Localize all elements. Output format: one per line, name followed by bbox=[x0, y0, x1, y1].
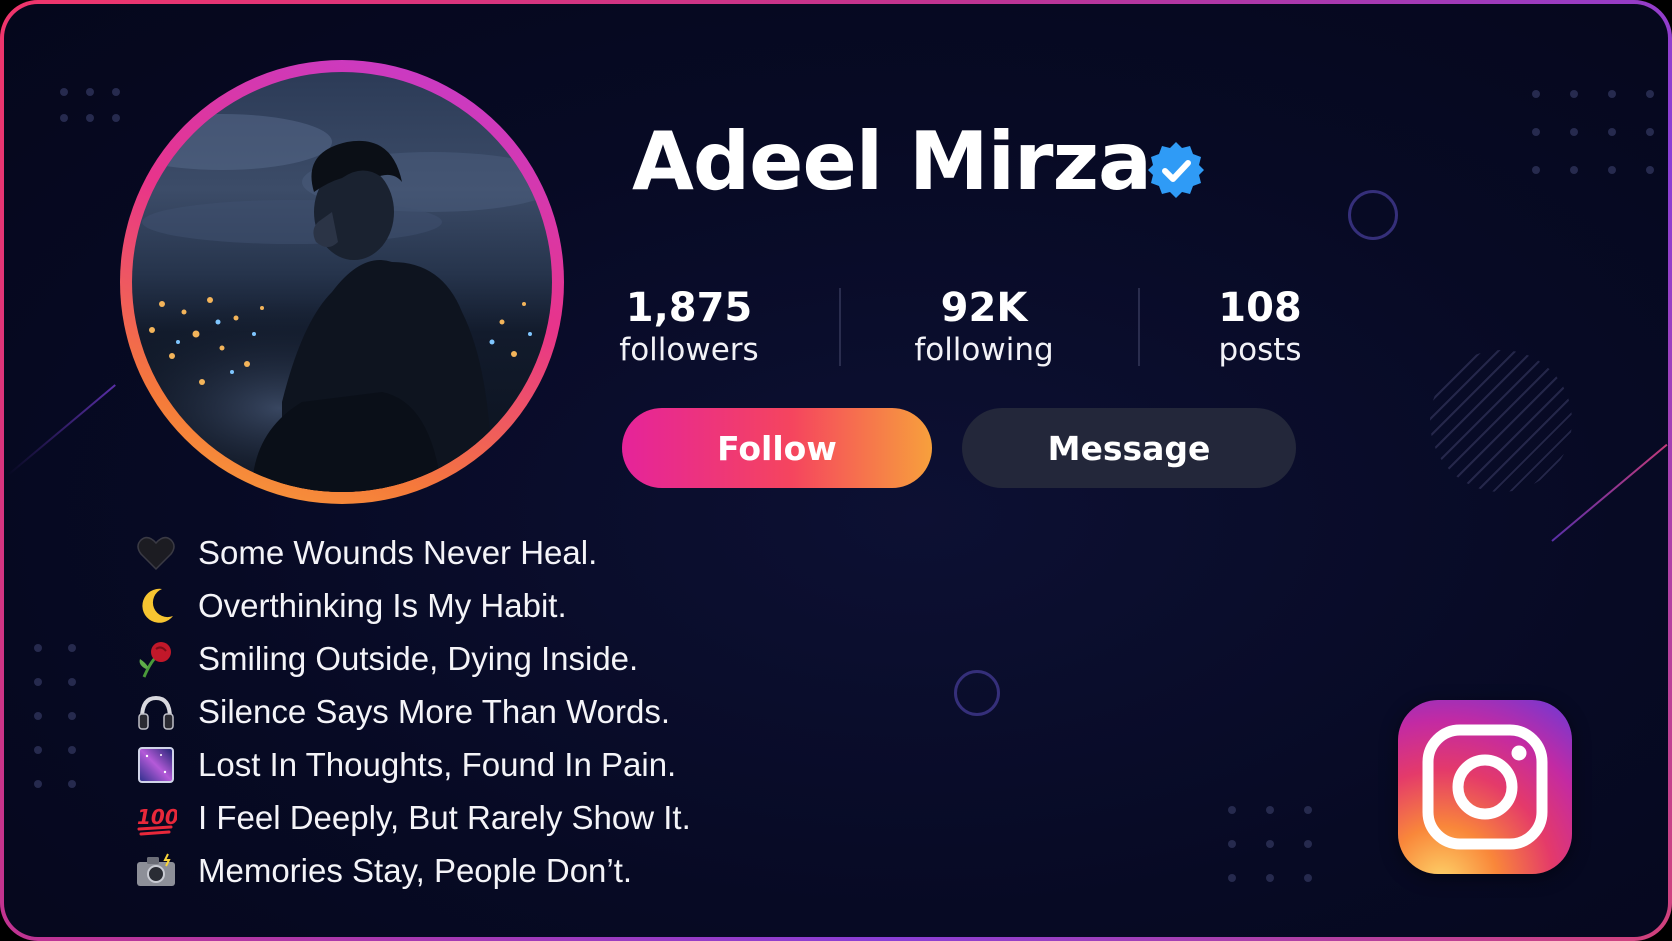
bio-text: I Feel Deeply, But Rarely Show It. bbox=[198, 798, 691, 836]
decor-line-right bbox=[1551, 443, 1668, 542]
decor-circle-middle bbox=[954, 670, 1000, 716]
stat-divider bbox=[1138, 288, 1140, 366]
wilted-rose-icon bbox=[134, 637, 178, 681]
bio-line: 100 I Feel Deeply, But Rarely Show It. bbox=[134, 791, 691, 844]
decor-dots-top-right bbox=[1532, 90, 1654, 174]
stat-value: 108 bbox=[1218, 285, 1302, 331]
milky-way-icon bbox=[134, 743, 178, 787]
bio-line: Some Wounds Never Heal. bbox=[134, 526, 691, 579]
crescent-moon-icon bbox=[134, 584, 178, 628]
bio-line: Memories Stay, People Don’t. bbox=[134, 844, 691, 897]
bio-text: Silence Says More Than Words. bbox=[198, 692, 670, 730]
headphones-icon bbox=[134, 690, 178, 734]
camera-flash-icon bbox=[134, 849, 178, 893]
decor-line-left bbox=[7, 384, 116, 476]
avatar-photo bbox=[132, 114, 552, 492]
message-button[interactable]: Message bbox=[962, 408, 1296, 488]
verified-badge-icon bbox=[1148, 142, 1204, 198]
decor-dots-left bbox=[34, 644, 76, 788]
follow-button[interactable]: Follow bbox=[622, 408, 932, 488]
decor-dots-top-left bbox=[60, 88, 120, 122]
decor-hatched-circle bbox=[1430, 350, 1572, 492]
profile-card-frame: Adeel Mirza 1,875 followers 92K followin… bbox=[0, 0, 1672, 941]
profile-name: Adeel Mirza bbox=[632, 115, 1152, 208]
avatar-ring bbox=[120, 60, 564, 504]
svg-text:100: 100 bbox=[137, 805, 177, 829]
bio-line: Smiling Outside, Dying Inside. bbox=[134, 632, 691, 685]
stat-value: 92K bbox=[940, 285, 1028, 331]
stat-label: posts bbox=[1218, 332, 1302, 368]
stat-label: following bbox=[914, 332, 1054, 368]
black-heart-icon bbox=[134, 531, 178, 575]
instagram-logo-icon bbox=[1398, 700, 1572, 874]
hundred-points-icon: 100 bbox=[134, 796, 178, 840]
stat-label: followers bbox=[619, 332, 759, 368]
stat-divider bbox=[839, 288, 841, 366]
bio-text: Overthinking Is My Habit. bbox=[198, 586, 567, 624]
stat-followers[interactable]: 1,875 followers bbox=[579, 288, 799, 369]
bio-text: Memories Stay, People Don’t. bbox=[198, 851, 633, 889]
bio-list: Some Wounds Never Heal. Overthinking Is … bbox=[134, 526, 691, 897]
avatar[interactable] bbox=[132, 72, 552, 492]
bio-line: Lost In Thoughts, Found In Pain. bbox=[134, 738, 691, 791]
bio-line: Overthinking Is My Habit. bbox=[134, 579, 691, 632]
decor-dots-bottom bbox=[1228, 806, 1312, 882]
decor-circle-top bbox=[1348, 190, 1398, 240]
stat-posts[interactable]: 108 posts bbox=[1150, 288, 1370, 369]
bio-text: Lost In Thoughts, Found In Pain. bbox=[198, 745, 677, 783]
stat-value: 1,875 bbox=[625, 285, 753, 331]
bio-text: Some Wounds Never Heal. bbox=[198, 533, 598, 571]
stat-following[interactable]: 92K following bbox=[874, 288, 1094, 369]
bio-line: Silence Says More Than Words. bbox=[134, 685, 691, 738]
bio-text: Smiling Outside, Dying Inside. bbox=[198, 639, 639, 677]
profile-card: Adeel Mirza 1,875 followers 92K followin… bbox=[4, 4, 1668, 937]
